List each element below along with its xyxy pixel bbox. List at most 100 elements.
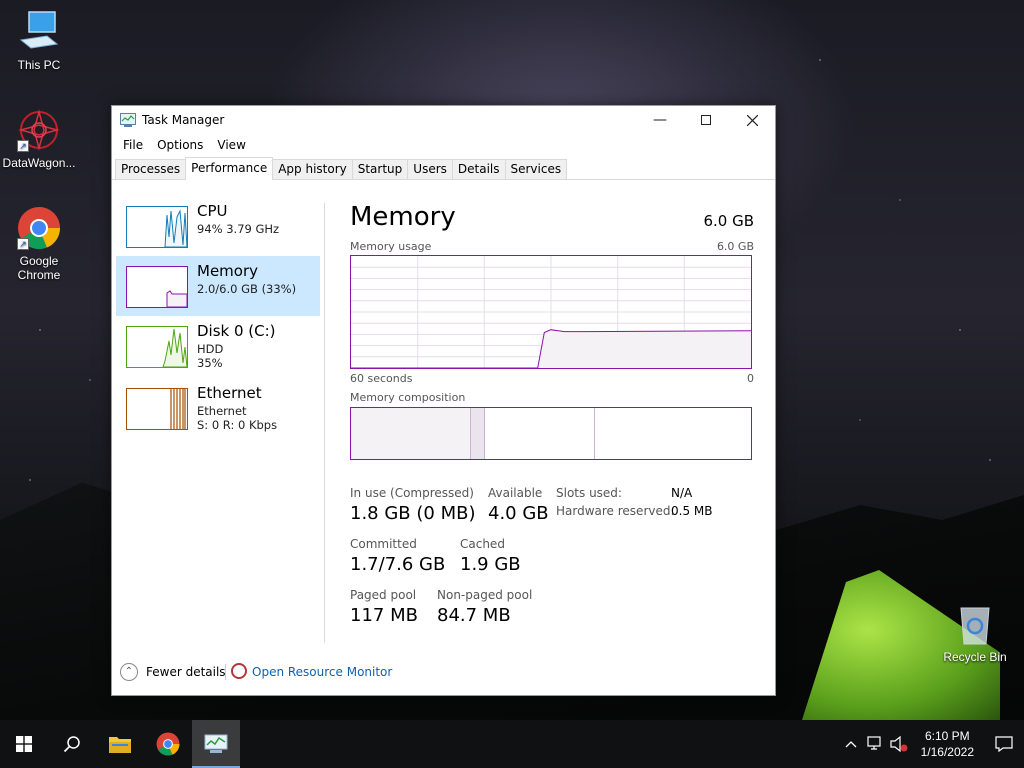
tab-app-history[interactable]: App history	[272, 159, 353, 179]
memory-usage-graph	[350, 255, 752, 369]
memory-mini-graph	[126, 266, 188, 308]
resource-detail: S: 0 R: 0 Kbps	[197, 418, 278, 432]
notification-icon	[995, 736, 1013, 752]
memory-usage-area	[351, 329, 751, 368]
taskbar-task-manager[interactable]	[192, 720, 240, 768]
task-manager-icon	[204, 734, 228, 753]
memory-usage-chart	[351, 256, 752, 369]
slots-used-value: N/A	[671, 486, 693, 500]
show-hidden-icons-button[interactable]	[839, 720, 863, 768]
minimize-button[interactable]: —	[637, 106, 683, 134]
tab-details[interactable]: Details	[451, 159, 506, 179]
in-use-value: 1.8 GB (0 MB)	[350, 503, 476, 524]
composition-modified	[471, 408, 485, 459]
available-label: Available	[488, 486, 543, 500]
resource-detail: 2.0/6.0 GB (33%)	[197, 282, 297, 296]
open-resource-monitor-link[interactable]: Open Resource Monitor	[252, 665, 392, 679]
paged-pool-value: 117 MB	[350, 605, 418, 626]
ethernet-mini-graph	[126, 388, 188, 430]
hardware-reserved-label: Hardware reserved:	[556, 504, 675, 518]
tab-performance[interactable]: Performance	[185, 157, 274, 180]
slots-used-label: Slots used:	[556, 486, 622, 500]
resource-item-ethernet[interactable]: Ethernet Ethernet S: 0 R: 0 Kbps	[116, 382, 320, 442]
desktop-icon-label: DataWagon...	[2, 156, 76, 170]
menu-view[interactable]: View	[210, 138, 252, 152]
search-button[interactable]	[48, 720, 96, 768]
time-axis-right: 0	[747, 372, 754, 385]
memory-usage-label: Memory usage	[350, 240, 432, 253]
chrome-icon: ↗	[17, 206, 61, 250]
resource-name: Disk 0 (C:)	[197, 322, 276, 340]
system-tray: 6:10 PM 1/16/2022	[839, 720, 1024, 768]
page-title: Memory	[350, 202, 456, 232]
maximize-icon	[701, 115, 711, 125]
folder-icon	[109, 737, 131, 753]
disk-mini-graph	[126, 326, 188, 368]
chrome-icon	[156, 732, 180, 756]
volume-button[interactable]	[887, 720, 911, 768]
desktop-icon-label: Recycle Bin	[943, 650, 1007, 664]
resource-monitor-icon	[231, 663, 247, 679]
time-axis-left: 60 seconds	[350, 372, 413, 385]
resource-name: CPU	[197, 202, 228, 220]
performance-panel: CPU 94% 3.79 GHz Memory 2.0/6.0 GB (33%)	[112, 181, 775, 651]
tab-strip: Processes Performance App history Startu…	[112, 156, 775, 180]
tab-services[interactable]: Services	[504, 159, 568, 179]
tab-users[interactable]: Users	[407, 159, 453, 179]
menu-file[interactable]: File	[116, 138, 150, 152]
tab-processes[interactable]: Processes	[115, 159, 187, 179]
taskbar-file-explorer[interactable]	[96, 720, 144, 768]
desktop-icon-recycle-bin[interactable]: Recycle Bin	[937, 602, 1013, 664]
desktop-icon-google-chrome[interactable]: ↗ Google Chrome	[1, 206, 77, 282]
minimize-icon: —	[653, 112, 667, 128]
datawagon-logo-icon: ↗	[17, 108, 61, 152]
panel-divider[interactable]	[324, 203, 325, 643]
resource-detail: 35%	[197, 356, 223, 370]
desktop-icon-this-pc[interactable]: This PC	[1, 10, 77, 72]
memory-composition-bar	[350, 407, 752, 460]
hardware-reserved-value: 0.5 MB	[671, 504, 713, 518]
desktop-icon-label: Google Chrome	[17, 254, 61, 282]
volume-muted-icon	[890, 736, 908, 752]
taskbar-chrome[interactable]	[144, 720, 192, 768]
desktop-icon-label: This PC	[17, 58, 61, 72]
resource-detail: HDD	[197, 342, 224, 356]
action-center-button[interactable]	[984, 720, 1024, 768]
resource-name: Ethernet	[197, 384, 262, 402]
cached-label: Cached	[460, 537, 505, 551]
clock-time: 6:10 PM	[924, 729, 970, 743]
committed-label: Committed	[350, 537, 417, 551]
task-manager-icon	[120, 113, 136, 127]
window-footer: ⌃ Fewer details Open Resource Monitor	[112, 660, 775, 686]
menu-options[interactable]: Options	[150, 138, 210, 152]
computer-icon	[17, 10, 61, 54]
desktop-icon-datawagon[interactable]: ↗ DataWagon...	[1, 108, 77, 170]
available-value: 4.0 GB	[488, 503, 549, 524]
resource-item-memory[interactable]: Memory 2.0/6.0 GB (33%)	[116, 256, 320, 316]
tab-startup[interactable]: Startup	[351, 159, 409, 179]
title-bar[interactable]: Task Manager —	[112, 106, 775, 134]
fewer-details-button[interactable]: Fewer details	[146, 665, 226, 679]
close-icon	[746, 114, 758, 126]
resource-list: CPU 94% 3.79 GHz Memory 2.0/6.0 GB (33%)	[116, 196, 320, 442]
clock-date: 1/16/2022	[920, 745, 974, 759]
network-button[interactable]	[863, 720, 887, 768]
chevron-up-icon	[845, 741, 857, 748]
taskbar: 6:10 PM 1/16/2022	[0, 720, 1024, 768]
maximize-button[interactable]	[683, 106, 729, 134]
network-icon	[867, 736, 881, 750]
committed-value: 1.7/7.6 GB	[350, 554, 446, 575]
menu-bar: File Options View	[112, 134, 775, 156]
shortcut-arrow-icon: ↗	[17, 238, 29, 250]
resource-item-cpu[interactable]: CPU 94% 3.79 GHz	[116, 196, 320, 256]
non-paged-pool-value: 84.7 MB	[437, 605, 511, 626]
shortcut-arrow-icon: ↗	[17, 140, 29, 152]
taskbar-clock[interactable]: 6:10 PM 1/16/2022	[911, 728, 984, 760]
chevron-up-icon[interactable]: ⌃	[120, 663, 138, 681]
non-paged-pool-label: Non-paged pool	[437, 588, 533, 602]
resource-item-disk[interactable]: Disk 0 (C:) HDD 35%	[116, 316, 320, 376]
close-button[interactable]	[729, 106, 775, 134]
memory-composition-label: Memory composition	[350, 391, 466, 404]
search-icon	[63, 736, 80, 753]
start-button[interactable]	[0, 720, 48, 768]
